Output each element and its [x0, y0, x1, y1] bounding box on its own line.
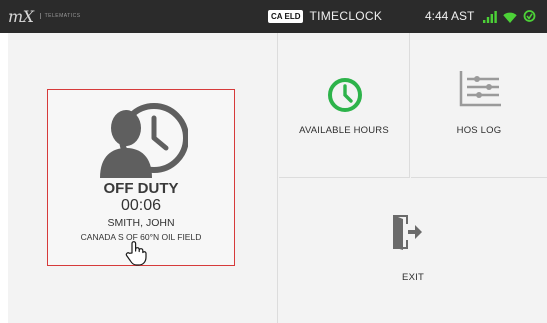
hos-log-label: HOS LOG: [456, 125, 502, 136]
eld-badge: CA ELD: [268, 9, 304, 23]
brand-subtitle: TELEMATICS: [39, 13, 81, 19]
status-bar: mX TELEMATICS CA ELD TIMECLOCK 4:44 AST: [0, 0, 547, 33]
available-hours-label: AVAILABLE HOURS: [299, 125, 389, 136]
duty-status-label: OFF DUTY: [103, 180, 179, 197]
person-clock-icon: [98, 98, 189, 185]
hos-log-icon: [459, 71, 501, 112]
wifi-icon: [503, 12, 518, 23]
duty-status-card[interactable]: OFF DUTY 00:06 SMITH, JOHN CANADA S OF 6…: [47, 89, 235, 266]
exit-button[interactable]: EXIT: [279, 179, 547, 323]
brand-logo: mX: [8, 6, 34, 26]
exit-door-icon: [390, 213, 422, 256]
hand-cursor-icon: [125, 240, 147, 271]
status-indicators: 4:44 AST: [425, 9, 536, 23]
brand: mX TELEMATICS: [8, 6, 81, 26]
main-content: OFF DUTY 00:06 SMITH, JOHN CANADA S OF 6…: [8, 33, 547, 323]
exit-label: EXIT: [402, 272, 424, 283]
hos-log-button[interactable]: HOS LOG: [411, 33, 547, 178]
clock-icon: [327, 77, 363, 118]
available-hours-button[interactable]: AVAILABLE HOURS: [279, 33, 410, 178]
clock-time: 4:44 AST: [425, 9, 475, 23]
driver-name: SMITH, JOHN: [107, 217, 175, 229]
page-title: TIMECLOCK: [309, 9, 383, 23]
status-panel: OFF DUTY 00:06 SMITH, JOHN CANADA S OF 6…: [8, 33, 278, 323]
sync-icon: [523, 10, 536, 22]
duty-timer: 00:06: [120, 197, 162, 214]
signal-icon: [483, 11, 498, 23]
app-title: CA ELD TIMECLOCK: [268, 9, 382, 23]
